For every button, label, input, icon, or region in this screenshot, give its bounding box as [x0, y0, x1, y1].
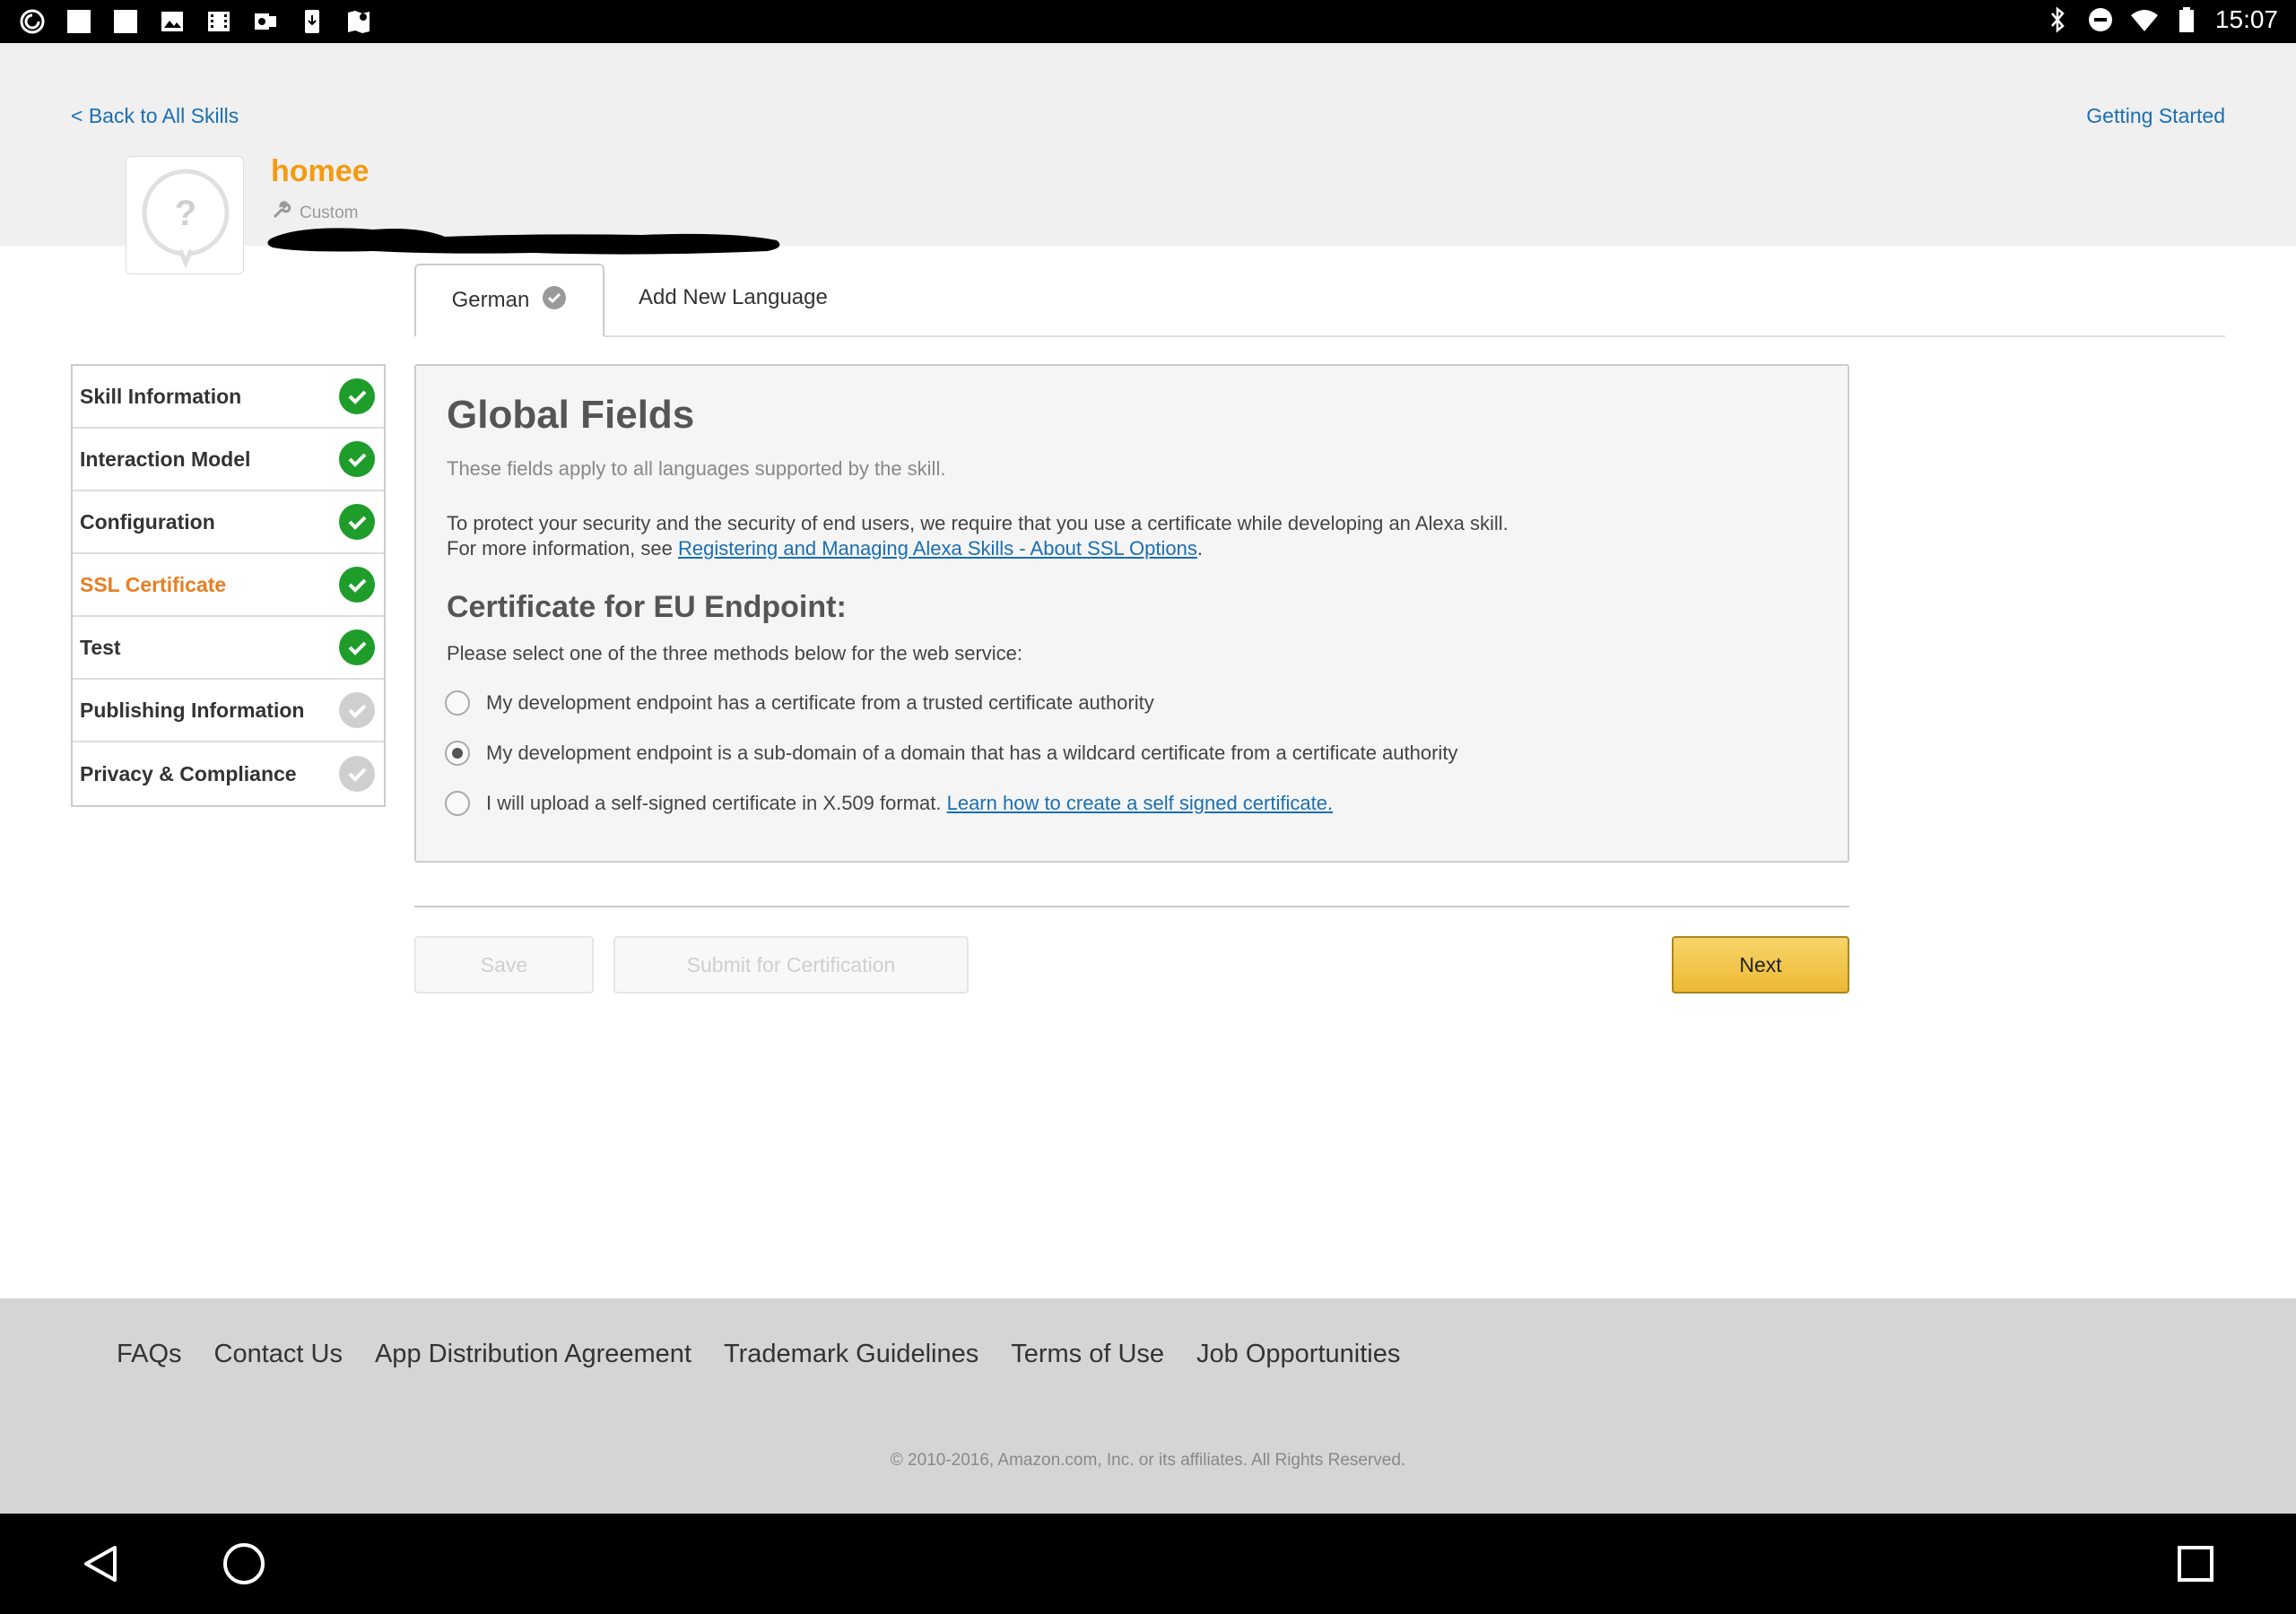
checkmark-icon — [339, 692, 375, 728]
sidebar-item-label: Test — [80, 635, 121, 659]
checkmark-icon — [339, 504, 375, 540]
cert-option-label: My development endpoint has a certificat… — [486, 691, 1154, 714]
sidebar-item-label: Skill Information — [80, 384, 242, 408]
skill-name: homee — [271, 154, 370, 188]
cert-eu-heading: Certificate for EU Endpoint: — [447, 590, 847, 624]
sidebar-item-label: Publishing Information — [80, 698, 305, 722]
self-signed-help-link[interactable]: Learn how to create a self signed certif… — [947, 792, 1333, 814]
footer-links: FAQs Contact Us App Distribution Agreeme… — [117, 1340, 1400, 1369]
intro-line-2: For more information, see Registering an… — [447, 536, 1509, 561]
cert-option-label: I will upload a self-signed certificate … — [486, 792, 1333, 815]
image-icon — [158, 7, 187, 36]
question-bubble-icon: ? — [142, 169, 230, 269]
sidebar-item-label: Configuration — [80, 509, 215, 534]
page-title: Global Fields — [447, 393, 695, 437]
clock: 15:07 — [2214, 5, 2278, 33]
cert-option-self-signed[interactable]: I will upload a self-signed certificate … — [445, 791, 1333, 816]
skill-icon: ? — [126, 156, 244, 274]
checkmark-icon — [339, 756, 375, 792]
back-triangle-icon[interactable] — [74, 1537, 127, 1591]
checkmark-icon — [339, 567, 375, 603]
sidebar-item-label: Interaction Model — [80, 447, 251, 471]
cert-method-question: Please select one of the three methods b… — [447, 642, 1023, 664]
radio-button[interactable] — [445, 791, 470, 816]
bluetooth-icon — [2043, 5, 2072, 34]
sidebar-item-test[interactable]: Test — [73, 617, 384, 680]
do-not-disturb-icon — [2086, 5, 2115, 34]
next-button[interactable]: Next — [1672, 936, 1849, 994]
recents-square-icon[interactable] — [2169, 1537, 2222, 1591]
maps-icon — [344, 7, 373, 36]
save-button[interactable]: Save — [414, 936, 594, 994]
tab-german[interactable]: German — [414, 264, 604, 337]
tab-german-label: German — [451, 288, 530, 312]
sidebar-item-label: SSL Certificate — [80, 572, 227, 596]
home-circle-icon[interactable] — [217, 1537, 271, 1591]
skill-header: < Back to All Skills Getting Started ? h… — [0, 43, 2296, 274]
cert-option-trusted-authority[interactable]: My development endpoint has a certificat… — [445, 690, 1154, 716]
back-to-all-skills-link[interactable]: < Back to All Skills — [71, 104, 239, 128]
global-fields-panel: Global Fields These fields apply to all … — [414, 364, 1849, 863]
ssl-options-link[interactable]: Registering and Managing Alexa Skills - … — [678, 537, 1197, 560]
android-nav-bar — [0, 1514, 2296, 1614]
footer-link-terms-of-use[interactable]: Terms of Use — [1011, 1340, 1164, 1369]
getting-started-link[interactable]: Getting Started — [2086, 104, 2225, 128]
language-tabs: German Add New Language — [414, 264, 2225, 337]
skill-icon-glyph: ? — [175, 194, 196, 233]
tab-add-new-language[interactable]: Add New Language — [639, 285, 828, 310]
footer-link-job-opportunities[interactable]: Job Opportunities — [1196, 1340, 1400, 1369]
panel-subtitle: These fields apply to all languages supp… — [447, 457, 946, 480]
divider — [414, 906, 1849, 907]
wifi-icon — [2129, 5, 2158, 34]
footer-link-app-distribution-agreement[interactable]: App Distribution Agreement — [375, 1340, 691, 1369]
sidebar-item-ssl-certificate[interactable]: SSL Certificate — [73, 554, 384, 617]
checkmark-icon — [339, 378, 375, 414]
app-swirl-icon — [18, 7, 47, 36]
check-circle-icon — [542, 285, 567, 317]
cert-option-label: My development endpoint is a sub-domain … — [486, 742, 1458, 764]
intro-prefix: For more information, see — [447, 537, 678, 560]
cert-option-wildcard-subdomain[interactable]: My development endpoint is a sub-domain … — [445, 741, 1457, 766]
status-bar: 15:07 — [0, 0, 2296, 43]
checkmark-icon — [339, 629, 375, 665]
skill-steps-sidebar: Skill Information Interaction Model Conf… — [71, 364, 386, 807]
battery-icon — [2172, 5, 2201, 34]
ssl-intro-text: To protect your security and the securit… — [447, 511, 1509, 561]
intro-suffix: . — [1196, 537, 1203, 560]
cert-option-text: I will upload a self-signed certificate … — [486, 792, 947, 814]
checkmark-icon — [339, 441, 375, 477]
submit-for-certification-button[interactable]: Submit for Certification — [613, 936, 969, 994]
radio-button[interactable] — [445, 690, 470, 716]
film-icon — [204, 7, 233, 36]
footer-link-faqs[interactable]: FAQs — [117, 1340, 182, 1369]
footer-link-trademark-guidelines[interactable]: Trademark Guidelines — [724, 1340, 978, 1369]
sidebar-item-skill-information[interactable]: Skill Information — [73, 366, 384, 429]
footer: FAQs Contact Us App Distribution Agreeme… — [0, 1298, 2296, 1514]
sidebar-item-publishing-information[interactable]: Publishing Information — [73, 680, 384, 742]
notification-square-icon — [65, 7, 93, 36]
sidebar-item-label: Privacy & Compliance — [80, 761, 297, 785]
sidebar-item-configuration[interactable]: Configuration — [73, 491, 384, 554]
sidebar-item-privacy-compliance[interactable]: Privacy & Compliance — [73, 742, 384, 805]
outlook-icon — [251, 7, 280, 36]
sidebar-item-interaction-model[interactable]: Interaction Model — [73, 429, 384, 491]
footer-link-contact-us[interactable]: Contact Us — [214, 1340, 343, 1369]
download-icon — [298, 7, 326, 36]
copyright: © 2010-2016, Amazon.com, Inc. or its aff… — [890, 1451, 1406, 1470]
radio-button-selected[interactable] — [445, 741, 470, 766]
notification-square-icon — [111, 7, 140, 36]
intro-line-1: To protect your security and the securit… — [447, 512, 1509, 534]
redaction-mark — [267, 228, 780, 255]
